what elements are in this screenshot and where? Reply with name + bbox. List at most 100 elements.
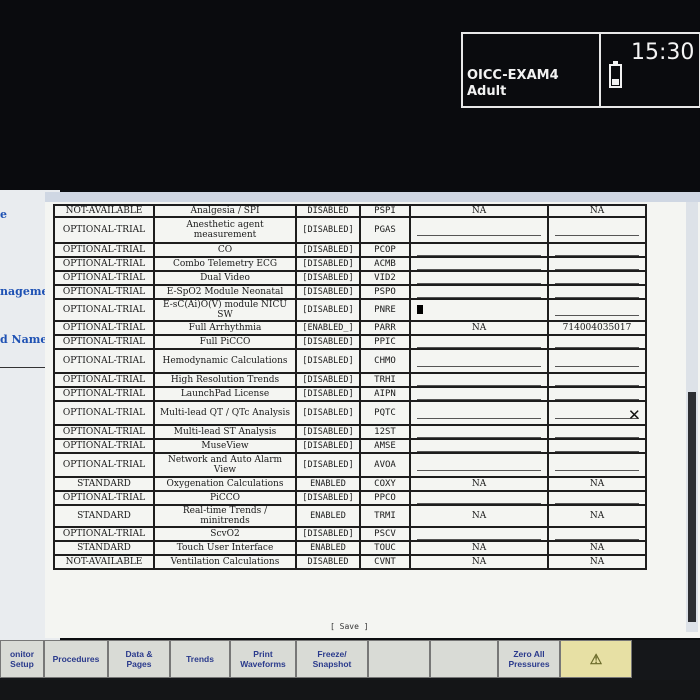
- value1-cell[interactable]: NA: [409, 476, 549, 492]
- feature-cell-text: Dual Video: [200, 273, 250, 283]
- value1-cell[interactable]: [409, 400, 549, 426]
- value1-cell[interactable]: [409, 256, 549, 272]
- key-2[interactable]: Data & Pages: [108, 640, 170, 678]
- key-1[interactable]: Procedures: [44, 640, 108, 678]
- entry-field-line: [555, 289, 639, 297]
- key-label: Zero All Pressures: [508, 649, 550, 669]
- value1-cell[interactable]: [409, 334, 549, 350]
- code-cell-text: TRHI: [374, 375, 396, 385]
- status-cell: OPTIONAL-TRIAL: [53, 424, 155, 440]
- value1-cell[interactable]: [409, 242, 549, 258]
- status-cell: OPTIONAL-TRIAL: [53, 334, 155, 350]
- code-cell: PGAS: [359, 216, 411, 244]
- value2-cell[interactable]: 714004035017: [547, 320, 647, 336]
- code-cell-text: CVNT: [374, 557, 396, 567]
- scrollbar[interactable]: [686, 202, 698, 632]
- state-cell: [DISABLED]: [295, 490, 361, 506]
- value2-cell[interactable]: [547, 256, 647, 272]
- value1-cell[interactable]: [409, 424, 549, 440]
- code-cell: PPCO: [359, 490, 411, 506]
- close-icon[interactable]: ✕: [628, 406, 641, 424]
- state-cell-text: [DISABLED]: [302, 529, 354, 539]
- value1-cell[interactable]: NA: [409, 540, 549, 556]
- patient-info-box[interactable]: OICC-EXAM4 Adult: [461, 32, 601, 108]
- status-cell-text: OPTIONAL-TRIAL: [62, 493, 146, 503]
- key-4[interactable]: Print Waveforms: [230, 640, 296, 678]
- table-row: OPTIONAL-TRIAL Full Arrhythmia [ENABLED_] P…: [53, 320, 647, 336]
- value2-cell[interactable]: [547, 348, 647, 374]
- value2-cell[interactable]: [547, 526, 647, 542]
- value1-cell[interactable]: [409, 298, 549, 322]
- code-cell-text: CHMO: [374, 356, 396, 366]
- code-cell: PSPO: [359, 284, 411, 300]
- value1-cell-text: NA: [471, 479, 487, 489]
- feature-cell-text: Analgesia / SPI: [190, 206, 260, 216]
- value1-cell[interactable]: [409, 490, 549, 506]
- status-cell-text: OPTIONAL-TRIAL: [62, 441, 146, 451]
- software-options-window: NOT-AVAILABLE Analgesia / SPI DISABLED PSPI…: [45, 192, 700, 638]
- status-cell-text: OPTIONAL-TRIAL: [62, 305, 146, 315]
- value2-cell[interactable]: NA: [547, 476, 647, 492]
- state-cell: [DISABLED]: [295, 348, 361, 374]
- left-label-3[interactable]: d Name: [0, 333, 47, 346]
- key-6[interactable]: [368, 640, 430, 678]
- code-cell: PNRE: [359, 298, 411, 322]
- code-cell-text: VID2: [374, 273, 396, 283]
- value1-cell[interactable]: [409, 452, 549, 478]
- value2-cell[interactable]: [547, 424, 647, 440]
- left-label-1[interactable]: e: [0, 208, 7, 221]
- value1-cell[interactable]: [409, 386, 549, 402]
- scroll-thumb[interactable]: [688, 392, 696, 622]
- key-0[interactable]: onitor Setup: [0, 640, 44, 678]
- key-label: Print Waveforms: [240, 649, 286, 669]
- value2-cell[interactable]: [547, 334, 647, 350]
- value1-cell[interactable]: [409, 372, 549, 388]
- value1-cell[interactable]: NA: [409, 554, 549, 570]
- state-cell: [DISABLED]: [295, 400, 361, 426]
- value2-cell-text: NA: [589, 511, 605, 521]
- state-cell: [DISABLED]: [295, 242, 361, 258]
- value2-cell[interactable]: NA: [547, 540, 647, 556]
- feature-cell: Touch User Interface: [153, 540, 297, 556]
- table-row: OPTIONAL-TRIAL Full PiCCO [DISABLED] PPIC: [53, 334, 647, 350]
- value1-cell[interactable]: NA: [409, 320, 549, 336]
- state-cell-text: [DISABLED]: [302, 375, 354, 385]
- alarm-silence-button[interactable]: ⚠: [560, 640, 632, 678]
- value2-cell[interactable]: NA: [547, 504, 647, 528]
- key-3[interactable]: Trends: [170, 640, 230, 678]
- value2-cell[interactable]: [547, 284, 647, 300]
- table-row: STANDARD Oxygenation Calculations ENABLED C…: [53, 476, 647, 492]
- value2-cell[interactable]: [547, 298, 647, 322]
- value1-cell[interactable]: [409, 348, 549, 374]
- key-7[interactable]: [430, 640, 498, 678]
- key-5[interactable]: Freeze/ Snapshot: [296, 640, 368, 678]
- save-button[interactable]: [ Save ]: [330, 622, 369, 631]
- value2-cell[interactable]: [547, 216, 647, 244]
- status-cell-text: OPTIONAL-TRIAL: [62, 259, 146, 269]
- state-cell-text: [DISABLED]: [302, 441, 354, 451]
- value2-cell[interactable]: NA: [547, 554, 647, 570]
- value1-cell[interactable]: NA: [409, 504, 549, 528]
- value1-cell[interactable]: [409, 270, 549, 286]
- feature-cell: High Resolution Trends: [153, 372, 297, 388]
- value1-cell[interactable]: [409, 438, 549, 454]
- value1-cell[interactable]: [409, 284, 549, 300]
- value1-cell[interactable]: NA: [409, 204, 549, 218]
- key-8[interactable]: Zero All Pressures: [498, 640, 560, 678]
- value1-cell[interactable]: [409, 216, 549, 244]
- value2-cell[interactable]: [547, 372, 647, 388]
- status-cell: OPTIONAL-TRIAL: [53, 216, 155, 244]
- value2-cell[interactable]: [547, 490, 647, 506]
- value2-cell[interactable]: [547, 270, 647, 286]
- table-row: STANDARD Real-time Trends / minitrends ENA…: [53, 504, 647, 528]
- value2-cell-text: NA: [589, 557, 605, 567]
- value2-cell[interactable]: [547, 242, 647, 258]
- value2-cell[interactable]: [547, 386, 647, 402]
- value1-cell[interactable]: [409, 526, 549, 542]
- value2-cell[interactable]: [547, 452, 647, 478]
- value1-cell-text: NA: [471, 543, 487, 553]
- value2-cell[interactable]: NA: [547, 204, 647, 218]
- code-cell: AVOA: [359, 452, 411, 478]
- value2-cell[interactable]: [547, 438, 647, 454]
- state-cell-text: [ENABLED_]: [302, 323, 354, 333]
